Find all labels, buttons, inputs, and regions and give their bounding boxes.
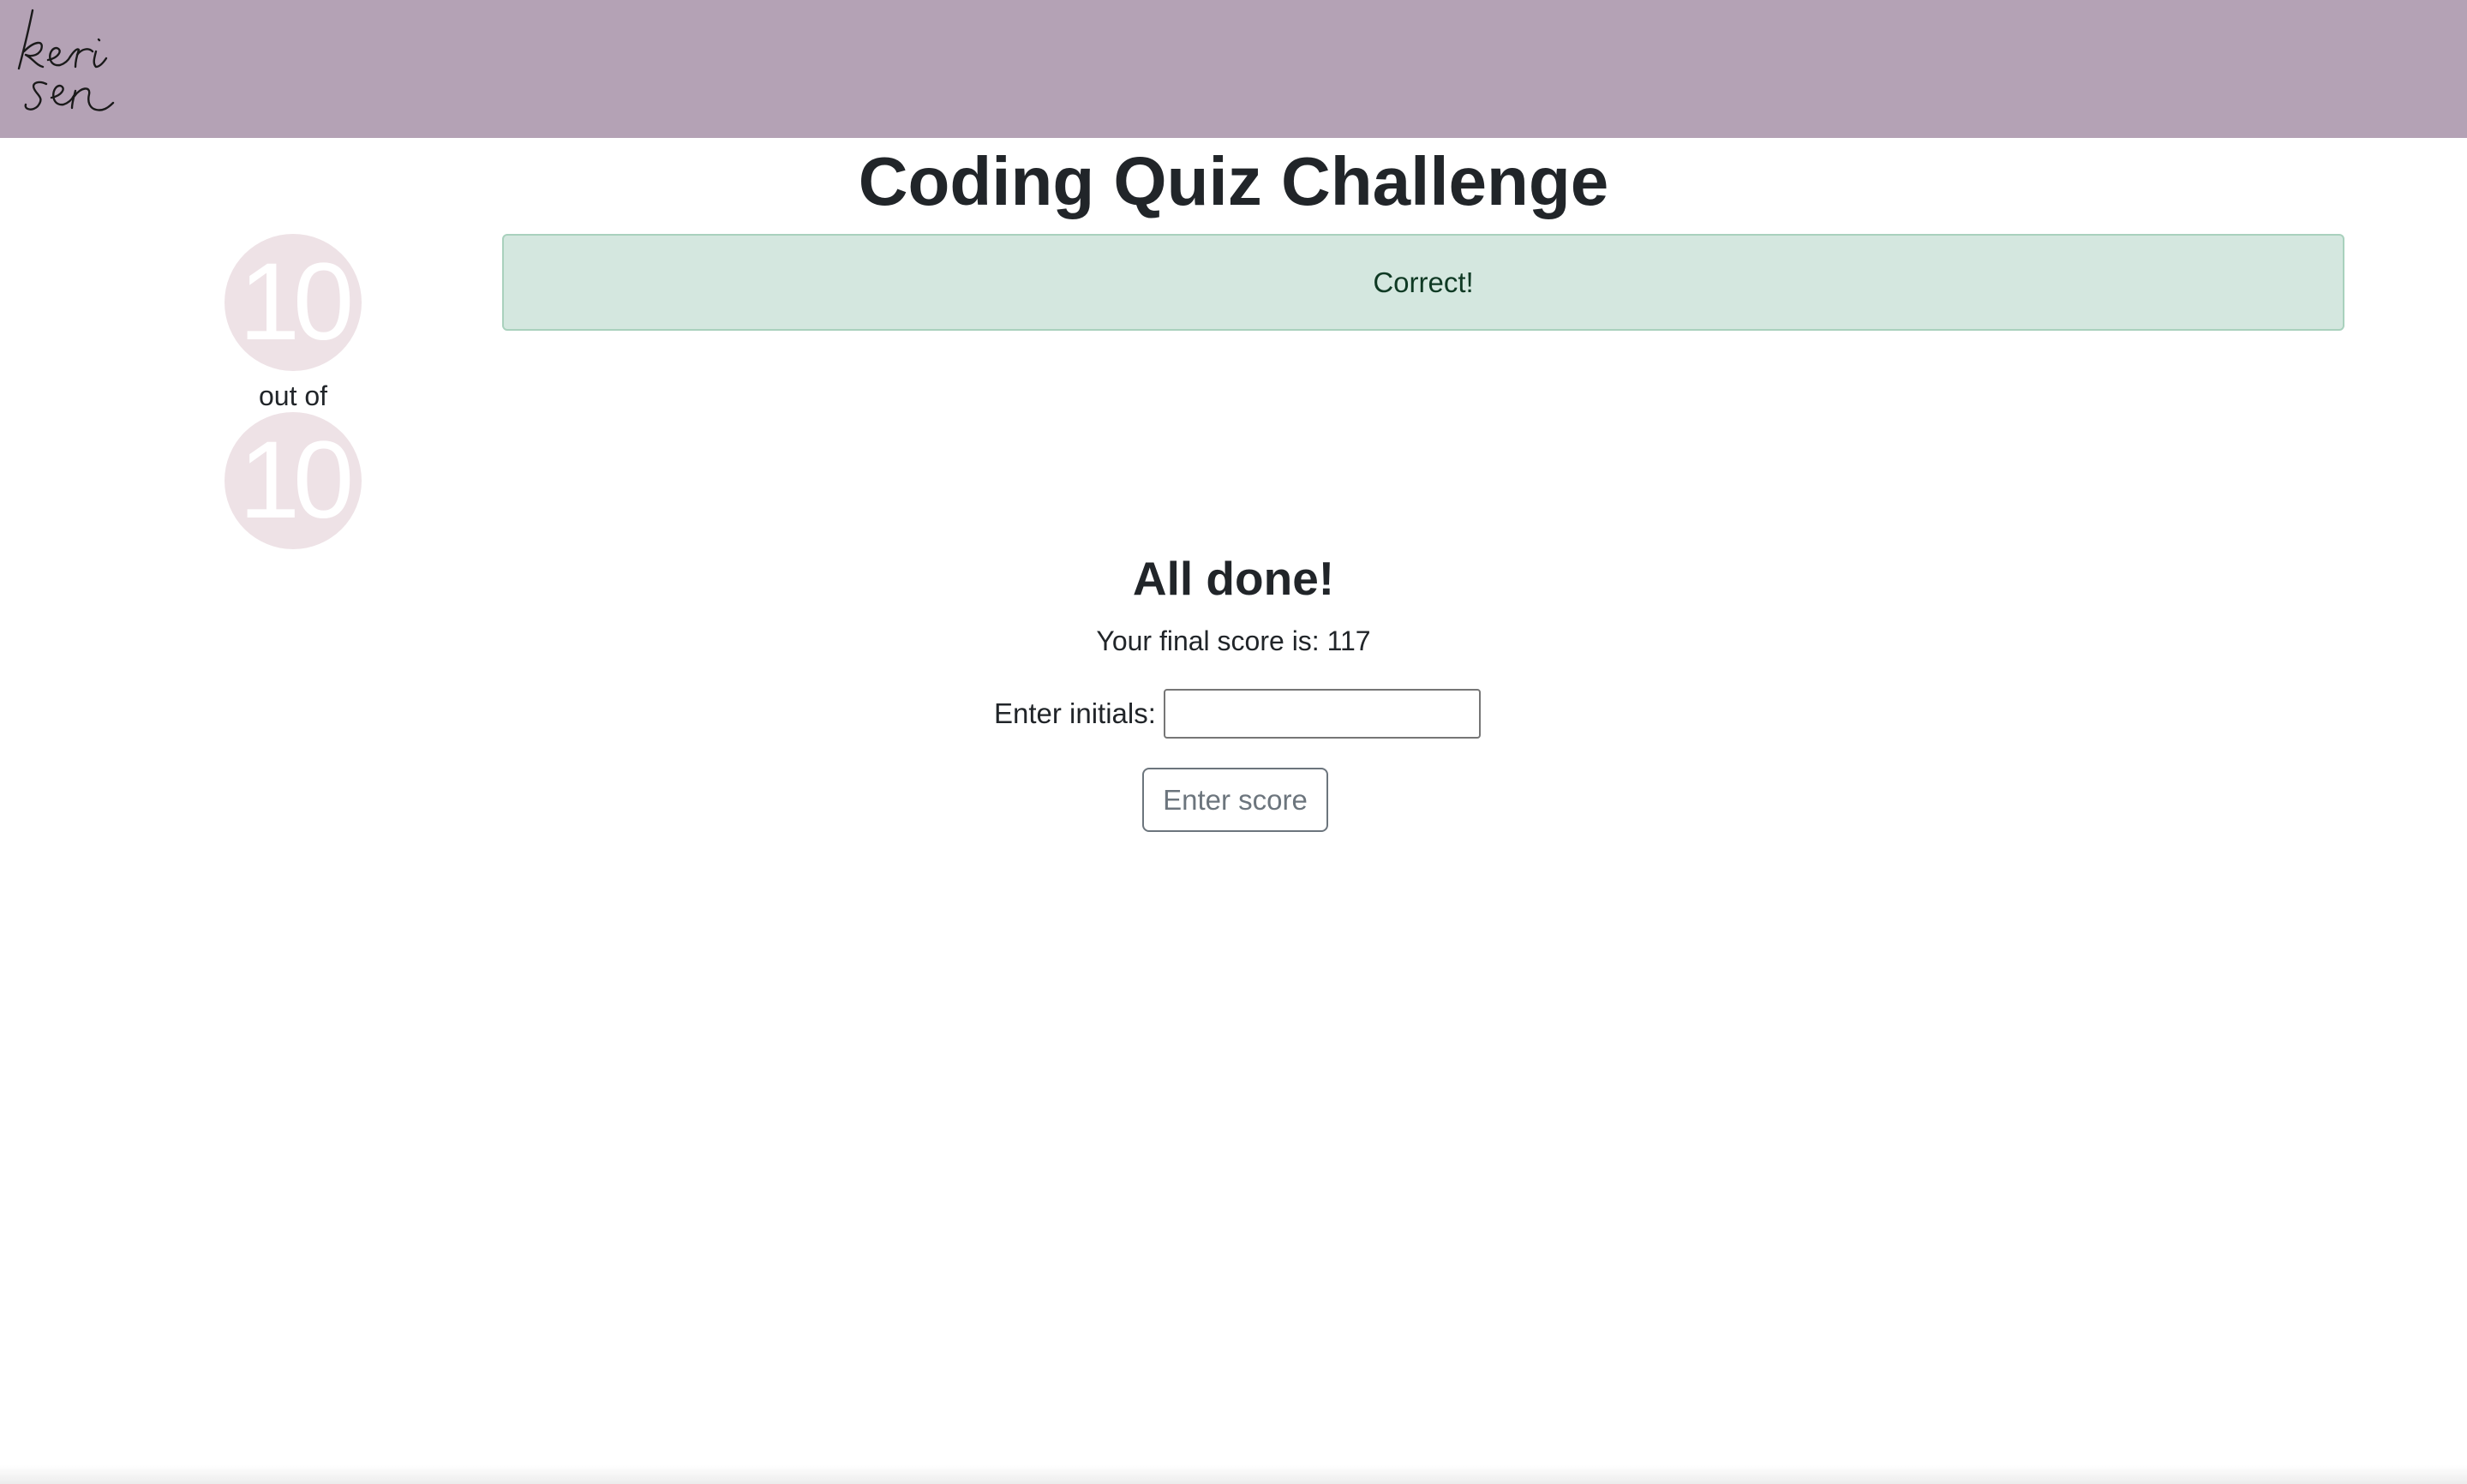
- enter-score-button[interactable]: Enter score: [1142, 768, 1328, 832]
- window-bottom-edge: [0, 1465, 2467, 1484]
- keri-sen-signature-logo: [17, 9, 115, 111]
- initials-label: Enter initials:: [994, 697, 1156, 729]
- final-score-label: Your final score is:: [1096, 625, 1327, 656]
- results-heading: All done!: [1132, 552, 1335, 605]
- initials-input[interactable]: [1163, 689, 1481, 739]
- question-counter: 10 out of 10: [225, 234, 362, 549]
- final-score-value: 117: [1326, 625, 1371, 656]
- site-logo[interactable]: [7, 2, 178, 122]
- initials-form-row: Enter initials:: [994, 688, 1481, 739]
- site-header: [0, 0, 2467, 138]
- page-title: Coding Quiz Challenge: [858, 143, 1609, 219]
- correct-count-circle: 10: [225, 234, 362, 371]
- counter-separator-label: out of: [258, 380, 328, 411]
- final-score-text: Your final score is: 117: [0, 624, 2467, 658]
- total-count-circle: 10: [225, 412, 362, 549]
- answer-feedback-alert: Correct!: [502, 234, 2344, 331]
